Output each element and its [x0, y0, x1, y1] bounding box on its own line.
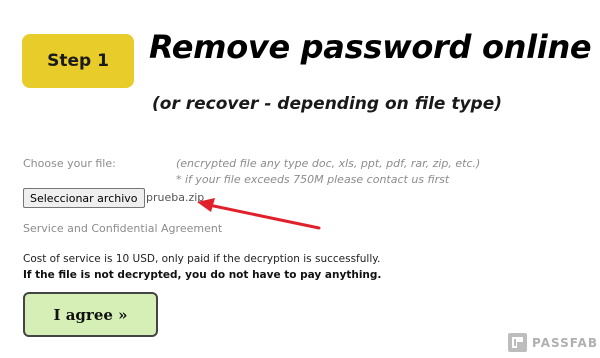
agreement-link[interactable]: Service and Confidential Agreement: [23, 222, 222, 235]
watermark-brand: PASSFAB: [532, 335, 598, 350]
agree-button-label: I agree »: [53, 305, 128, 324]
file-size-hint: * if your file exceeds 750M please conta…: [176, 173, 450, 186]
agree-button[interactable]: I agree »: [23, 292, 158, 337]
no-pay-text: If the file is not decrypted, you do not…: [23, 269, 382, 281]
choose-file-label: Choose your file:: [23, 157, 116, 170]
cost-text: Cost of service is 10 USD, only paid if …: [23, 253, 381, 265]
step-badge: Step 1: [22, 34, 134, 88]
file-types-hint: (encrypted file any type doc, xls, ppt, …: [176, 157, 481, 170]
passfab-logo-icon: [508, 333, 527, 352]
select-file-button[interactable]: Seleccionar archivo: [23, 188, 145, 208]
page-subtitle: (or recover - depending on file type): [152, 94, 503, 114]
page-title: Remove password online: [149, 28, 592, 66]
watermark: PASSFAB: [508, 333, 598, 352]
step-label: Step 1: [47, 51, 109, 71]
